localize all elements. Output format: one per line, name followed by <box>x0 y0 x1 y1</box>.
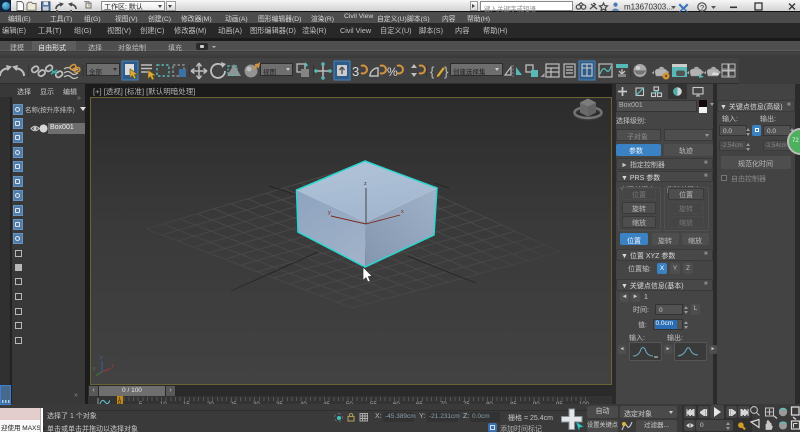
svg-text:{: { <box>430 64 435 79</box>
svg-text:x: x <box>401 209 404 215</box>
svg-text:y: y <box>112 363 115 369</box>
svg-text:?: ? <box>700 3 704 12</box>
svg-text:%: % <box>387 65 398 79</box>
svg-text:z: z <box>364 181 367 187</box>
svg-text:}: } <box>444 64 449 79</box>
svg-text:z: z <box>100 355 103 361</box>
svg-text:3: 3 <box>352 64 359 79</box>
svg-text:y: y <box>328 210 331 216</box>
svg-text:x: x <box>93 366 96 372</box>
svg-text:m13670303...: m13670303... <box>624 3 673 12</box>
